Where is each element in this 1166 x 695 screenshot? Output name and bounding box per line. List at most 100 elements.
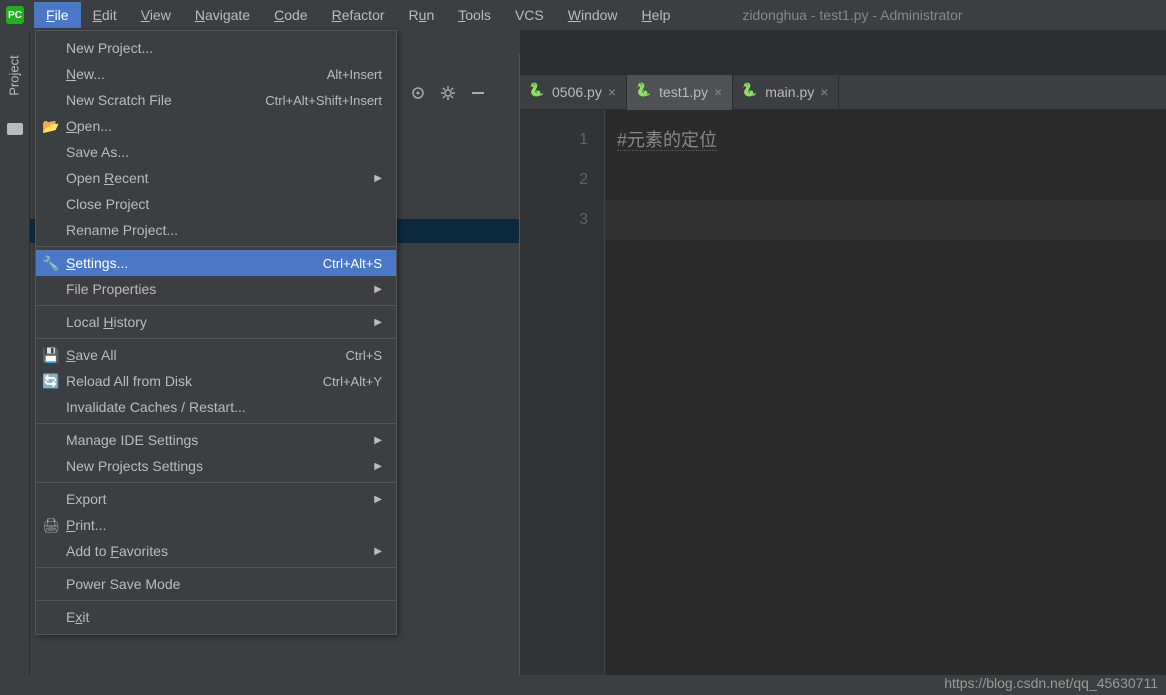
- menu-item-add-to-favorites[interactable]: Add to Favorites ▶: [36, 538, 396, 564]
- tab-label: test1.py: [659, 84, 708, 100]
- menu-item-label: Reload All from Disk: [66, 373, 192, 389]
- submenu-arrow-icon: ▶: [374, 435, 382, 446]
- menu-view[interactable]: View: [129, 2, 183, 28]
- python-file-icon: [637, 84, 653, 100]
- wrench-icon: 🔧: [44, 256, 58, 270]
- close-icon[interactable]: ×: [714, 84, 722, 100]
- menu-item-invalidate-caches-restart[interactable]: Invalidate Caches / Restart...: [36, 394, 396, 420]
- gear-icon[interactable]: [440, 85, 456, 101]
- folder-icon[interactable]: [7, 123, 23, 135]
- menu-item-label: Export: [66, 491, 106, 507]
- window-title: zidonghua - test1.py - Administrator: [742, 7, 962, 23]
- code-line: #元素的定位: [617, 130, 717, 151]
- menu-item-exit[interactable]: Exit: [36, 604, 396, 630]
- shortcut: Alt+Insert: [327, 67, 382, 82]
- close-icon[interactable]: ×: [608, 84, 616, 100]
- menu-tools[interactable]: Tools: [446, 2, 503, 28]
- current-line-highlight: [605, 200, 1166, 240]
- print-icon: 🖨: [44, 518, 58, 532]
- menu-item-label: Rename Project...: [66, 222, 178, 238]
- menu-separator: [36, 600, 396, 601]
- menu-item-close-project[interactable]: Close Project: [36, 191, 396, 217]
- submenu-arrow-icon: ▶: [374, 317, 382, 328]
- menu-item-label: Print...: [66, 517, 106, 533]
- editor-tabs: 0506.py×test1.py×main.py×: [520, 75, 1166, 110]
- menu-item-label: Add to Favorites: [66, 543, 168, 559]
- menu-vcs[interactable]: VCS: [503, 2, 556, 28]
- menu-item-label: Local History: [66, 314, 147, 330]
- target-icon[interactable]: [410, 85, 426, 101]
- menu-separator: [36, 305, 396, 306]
- menu-item-label: Save All: [66, 347, 117, 363]
- submenu-arrow-icon: ▶: [374, 546, 382, 557]
- menu-item-label: New Projects Settings: [66, 458, 203, 474]
- line-number: 1: [520, 120, 588, 160]
- menu-item-label: Power Save Mode: [66, 576, 180, 592]
- menu-item-reload-all-from-disk[interactable]: 🔄Reload All from DiskCtrl+Alt+Y: [36, 368, 396, 394]
- menu-item-label: Open...: [66, 118, 112, 134]
- menu-code[interactable]: Code: [262, 2, 319, 28]
- submenu-arrow-icon: ▶: [374, 461, 382, 472]
- tab-test1-py[interactable]: test1.py ×: [627, 75, 733, 110]
- menu-item-new-scratch-file[interactable]: New Scratch File Ctrl+Alt+Shift+Insert: [36, 87, 396, 113]
- menu-help[interactable]: Help: [630, 2, 683, 28]
- shortcut: Ctrl+Alt+Shift+Insert: [265, 93, 382, 108]
- menu-item-label: File Properties: [66, 281, 156, 297]
- menu-run[interactable]: Run: [397, 2, 447, 28]
- minimize-icon[interactable]: [470, 85, 486, 101]
- submenu-arrow-icon: ▶: [374, 494, 382, 505]
- menu-separator: [36, 482, 396, 483]
- menu-item-power-save-mode[interactable]: Power Save Mode: [36, 571, 396, 597]
- submenu-arrow-icon: ▶: [374, 284, 382, 295]
- editor-area[interactable]: 1 2 3 #元素的定位: [520, 110, 1166, 675]
- menu-edit[interactable]: Edit: [81, 2, 129, 28]
- tool-buttons: [398, 75, 498, 110]
- shortcut: Ctrl+Alt+S: [323, 256, 382, 271]
- menu-item-label: New...: [66, 66, 105, 82]
- python-file-icon: [743, 84, 759, 100]
- menu-item-label: New Project...: [66, 40, 153, 56]
- project-tool-label[interactable]: Project: [7, 55, 22, 95]
- menu-item-save-as[interactable]: Save As...: [36, 139, 396, 165]
- menu-item-settings[interactable]: 🔧Settings...Ctrl+Alt+S: [36, 250, 396, 276]
- menu-separator: [36, 423, 396, 424]
- menu-item-new-project[interactable]: New Project...: [36, 35, 396, 61]
- menu-item-label: Invalidate Caches / Restart...: [66, 399, 246, 415]
- menu-item-label: New Scratch File: [66, 92, 172, 108]
- file-menu-dropdown: New Project... New... Alt+Insert New Scratc…: [35, 30, 397, 635]
- menu-window[interactable]: Window: [556, 2, 630, 28]
- menu-separator: [36, 338, 396, 339]
- menu-item-rename-project[interactable]: Rename Project...: [36, 217, 396, 243]
- tab-label: 0506.py: [552, 84, 602, 100]
- tab-main-py[interactable]: main.py×: [733, 75, 839, 110]
- menu-item-label: Exit: [66, 609, 89, 625]
- menu-item-new[interactable]: New... Alt+Insert: [36, 61, 396, 87]
- reload-icon: 🔄: [44, 374, 58, 388]
- code-content[interactable]: #元素的定位: [605, 110, 1166, 675]
- menu-item-file-properties[interactable]: File Properties ▶: [36, 276, 396, 302]
- close-icon[interactable]: ×: [820, 84, 828, 100]
- tab-0506-py[interactable]: 0506.py ×: [520, 75, 627, 110]
- menu-item-open[interactable]: 📂Open...: [36, 113, 396, 139]
- menubar: PC FileEditViewNavigateCodeRefactorRunTo…: [0, 0, 1166, 30]
- menu-item-open-recent[interactable]: Open Recent▶: [36, 165, 396, 191]
- menu-item-label: Save As...: [66, 144, 129, 160]
- submenu-arrow-icon: ▶: [374, 173, 382, 184]
- menu-item-export[interactable]: Export ▶: [36, 486, 396, 512]
- menu-item-label: Close Project: [66, 196, 149, 212]
- save-icon: 💾: [44, 348, 58, 362]
- menu-item-manage-ide-settings[interactable]: Manage IDE Settings ▶: [36, 427, 396, 453]
- menu-navigate[interactable]: Navigate: [183, 2, 262, 28]
- menu-file[interactable]: File: [34, 2, 81, 28]
- menu-item-save-all[interactable]: 💾Save AllCtrl+S: [36, 342, 396, 368]
- line-gutter: 1 2 3: [520, 110, 605, 675]
- line-number: 3: [520, 200, 588, 240]
- pycharm-icon: PC: [6, 6, 24, 24]
- menu-separator: [36, 567, 396, 568]
- menu-item-label: Manage IDE Settings: [66, 432, 198, 448]
- menu-item-new-projects-settings[interactable]: New Projects Settings ▶: [36, 453, 396, 479]
- menu-item-local-history[interactable]: Local History ▶: [36, 309, 396, 335]
- menu-refactor[interactable]: Refactor: [320, 2, 397, 28]
- line-number: 2: [520, 160, 588, 200]
- menu-item-print[interactable]: 🖨 Print...: [36, 512, 396, 538]
